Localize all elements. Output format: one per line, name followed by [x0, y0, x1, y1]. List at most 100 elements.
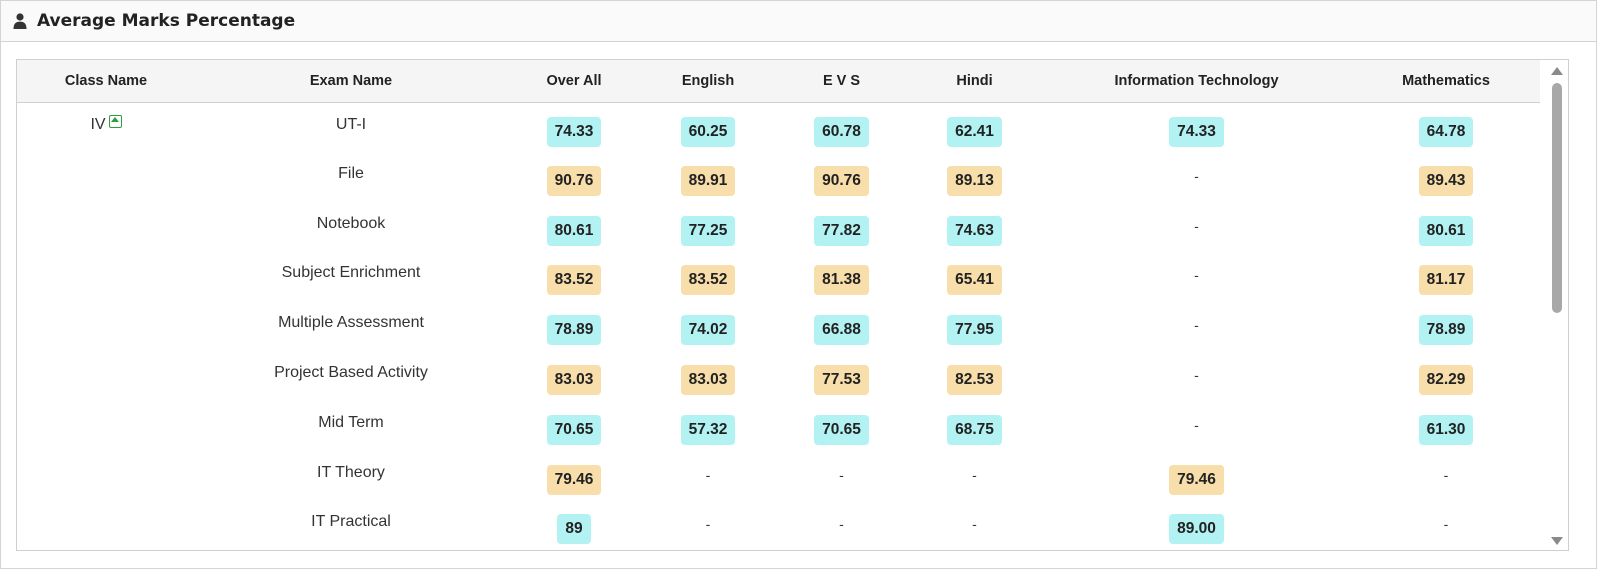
score-cell: 66.88 [775, 301, 908, 351]
scrollbar-thumb[interactable] [1552, 83, 1562, 313]
column-header[interactable]: Class Name [17, 60, 195, 103]
score-cell: 83.03 [507, 351, 641, 401]
score-cell: - [1352, 451, 1540, 501]
score-cell: 81.38 [775, 251, 908, 301]
exam-name: File [338, 164, 364, 182]
score-badge: 80.61 [1418, 215, 1474, 246]
column-header[interactable]: E V S [775, 60, 908, 103]
score-badge: 89.00 [1169, 514, 1224, 545]
score-cell: - [1041, 301, 1352, 351]
empty-score: - [1194, 267, 1199, 284]
score-badge: 90.76 [546, 165, 602, 196]
score-cell: 77.53 [775, 351, 908, 401]
class-name-cell [17, 251, 195, 301]
score-cell: - [1041, 152, 1352, 202]
score-cell: 90.76 [775, 152, 908, 202]
score-badge: 66.88 [814, 315, 869, 346]
empty-score: - [1194, 167, 1199, 184]
vertical-scrollbar[interactable] [1546, 60, 1568, 550]
empty-score: - [705, 466, 711, 483]
score-badge: 60.25 [680, 116, 736, 147]
score-badge: 83.52 [680, 265, 736, 296]
score-cell: - [1352, 500, 1540, 550]
score-cell: 82.29 [1352, 351, 1540, 401]
score-badge: 80.61 [546, 215, 602, 246]
class-name-cell [17, 152, 195, 202]
score-cell: - [641, 451, 775, 501]
empty-score: - [1443, 466, 1449, 483]
column-header[interactable]: Hindi [908, 60, 1041, 103]
column-header[interactable]: English [641, 60, 775, 103]
score-cell: 89.91 [641, 152, 775, 202]
class-name-cell [17, 351, 195, 401]
score-cell: 89.13 [908, 152, 1041, 202]
score-badge: 77.95 [947, 315, 1002, 346]
user-icon [13, 13, 27, 29]
score-cell: 78.89 [1352, 301, 1540, 351]
column-header[interactable]: Exam Name [195, 60, 507, 103]
score-badge: 89 [557, 514, 591, 545]
exam-name: IT Practical [311, 513, 391, 531]
class-name-cell: IV [17, 102, 195, 152]
score-cell: 89.43 [1352, 152, 1540, 202]
empty-score: - [1194, 217, 1199, 234]
score-cell: 74.63 [908, 202, 1041, 252]
table-row: Notebook 80.61 77.25 77.82 74.63 - 80.61 [17, 202, 1540, 252]
column-header[interactable]: Information Technology [1041, 60, 1352, 103]
panel-title: Average Marks Percentage [37, 11, 296, 31]
score-cell: 77.95 [908, 301, 1041, 351]
score-badge: 77.82 [814, 215, 869, 246]
score-cell: 74.02 [641, 301, 775, 351]
score-badge: 89.91 [680, 165, 736, 196]
average-marks-panel: Average Marks Percentage Class Name Exam … [0, 0, 1597, 569]
empty-score: - [1194, 416, 1199, 433]
scroll-down-arrow-icon[interactable] [1551, 537, 1563, 545]
empty-score: - [1194, 366, 1199, 383]
score-cell: - [775, 451, 908, 501]
empty-score: - [972, 516, 977, 533]
score-badge: 83.52 [546, 265, 602, 296]
empty-score: - [839, 516, 844, 533]
column-header[interactable]: Mathematics [1352, 60, 1540, 103]
score-cell: 82.53 [908, 351, 1041, 401]
score-cell: 61.30 [1352, 401, 1540, 451]
score-cell: 79.46 [1041, 451, 1352, 501]
score-cell: 60.78 [775, 102, 908, 152]
score-badge: 70.65 [546, 414, 602, 445]
empty-score: - [839, 466, 844, 483]
score-badge: 77.25 [680, 215, 736, 246]
empty-score: - [972, 466, 977, 483]
table-row: Multiple Assessment 78.89 74.02 66.88 77.95 -… [17, 301, 1540, 351]
column-header[interactable]: Over All [507, 60, 641, 103]
exam-name: Multiple Assessment [278, 314, 424, 332]
panel-header: Average Marks Percentage [1, 1, 1596, 42]
score-badge: 79.46 [1169, 464, 1224, 495]
empty-score: - [1194, 317, 1199, 334]
score-badge: 60.78 [814, 116, 869, 147]
score-cell: 77.82 [775, 202, 908, 252]
marks-table-container: Class Name Exam Name Over All English E V SH… [16, 59, 1569, 551]
expand-up-icon[interactable] [108, 114, 122, 128]
exam-name: Project Based Activity [274, 363, 428, 381]
exam-name: IT Theory [317, 463, 385, 481]
class-name-cell [17, 500, 195, 550]
score-cell: - [1041, 351, 1352, 401]
score-badge: 77.53 [814, 364, 869, 395]
class-name-cell [17, 451, 195, 501]
score-badge: 61.30 [1418, 414, 1474, 445]
score-cell: 83.52 [641, 251, 775, 301]
empty-score: - [1443, 516, 1449, 533]
score-cell: - [908, 500, 1041, 550]
score-cell: - [908, 451, 1041, 501]
score-badge: 89.13 [947, 165, 1002, 196]
score-cell: 70.65 [775, 401, 908, 451]
score-badge: 79.46 [546, 464, 602, 495]
score-cell: 68.75 [908, 401, 1041, 451]
score-cell: 83.03 [641, 351, 775, 401]
scroll-up-arrow-icon[interactable] [1551, 67, 1563, 75]
table-row: IT Practical 89 - - - 89.00 - [17, 500, 1540, 550]
table-row: Mid Term 70.65 57.32 70.65 68.75 - 61.30 [17, 401, 1540, 451]
score-cell: 78.89 [507, 301, 641, 351]
class-name-cell [17, 202, 195, 252]
score-badge: 81.38 [814, 265, 869, 296]
